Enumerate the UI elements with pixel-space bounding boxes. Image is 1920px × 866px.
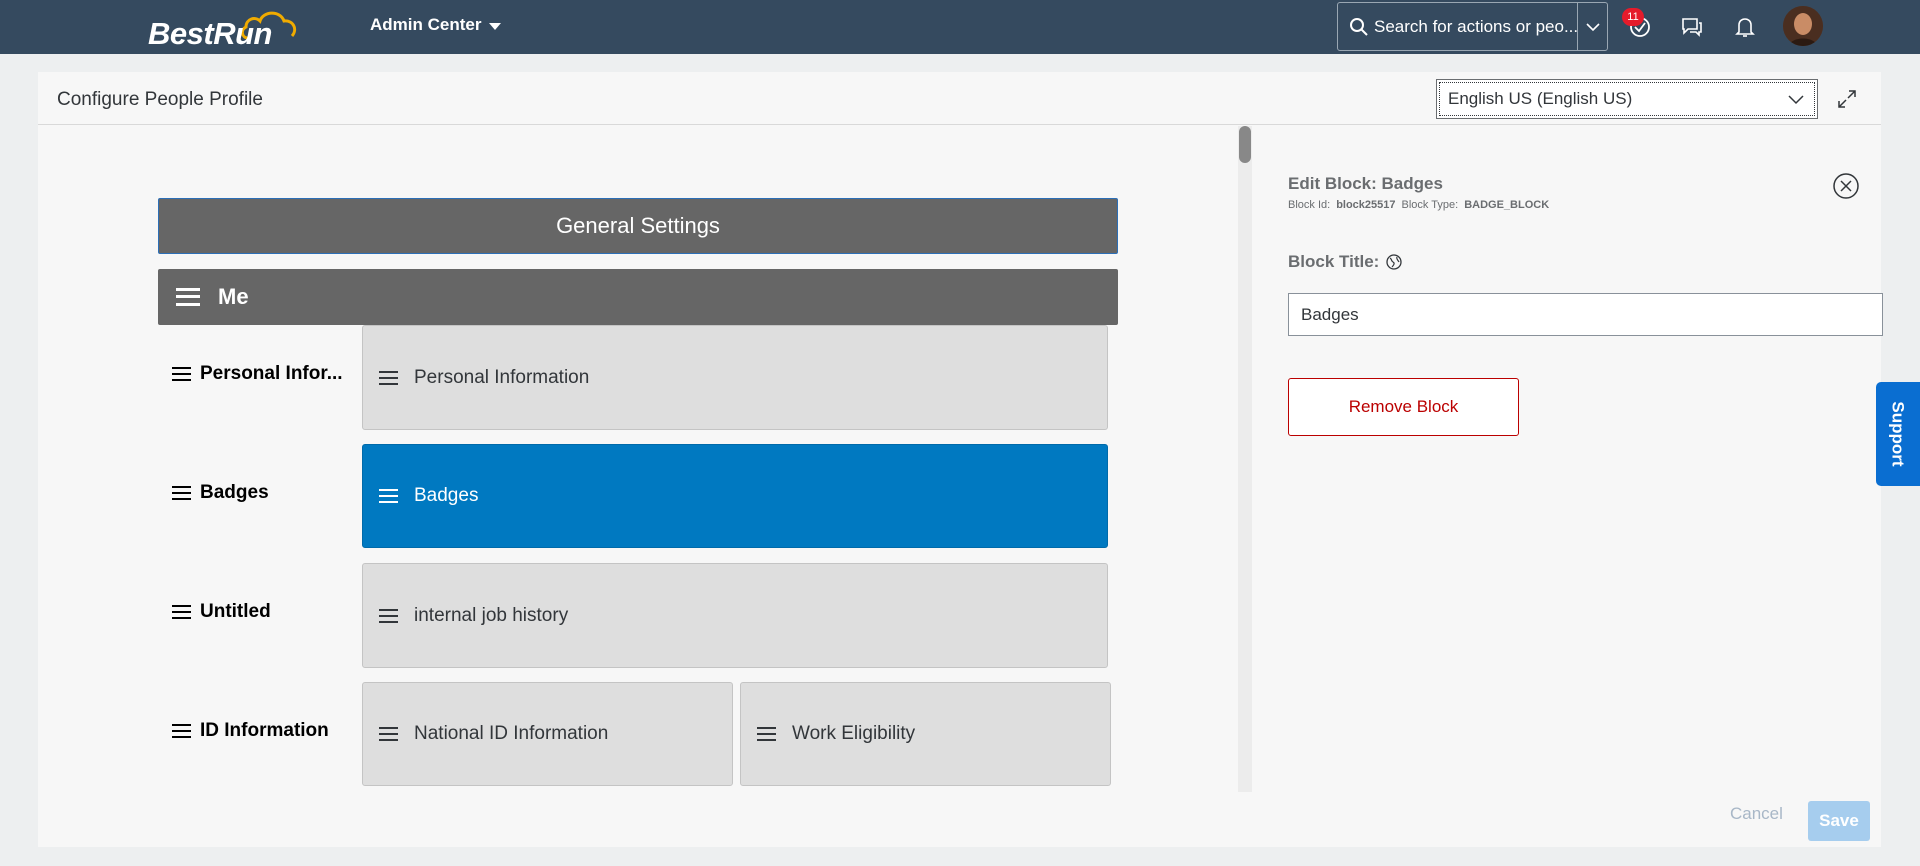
remove-block-label: Remove Block bbox=[1348, 397, 1459, 416]
row-label-id-information[interactable]: ID Information bbox=[172, 720, 329, 742]
row-label-personal-information[interactable]: Personal Infor... bbox=[172, 363, 343, 385]
drag-handle-icon[interactable] bbox=[172, 724, 191, 738]
support-label: Support bbox=[1889, 401, 1908, 467]
language-selected-value: English US (English US) bbox=[1448, 89, 1633, 108]
company-logo[interactable]: BestRun bbox=[148, 8, 298, 51]
row-label-text: Personal Infor... bbox=[200, 363, 343, 384]
caret-down-icon bbox=[489, 22, 502, 30]
shell-bar: BestRun Admin Center Search for actions … bbox=[0, 0, 1920, 54]
expand-icon[interactable] bbox=[1834, 86, 1860, 112]
block-label: Personal Information bbox=[414, 366, 590, 388]
block-title-label-text: Block Title: bbox=[1288, 252, 1380, 271]
canvas-scrollbar-thumb[interactable] bbox=[1239, 126, 1251, 163]
block-meta: Block Id: block25517 Block Type: BADGE_B… bbox=[1288, 199, 1549, 211]
search-icon bbox=[1344, 12, 1374, 42]
section-label: Me bbox=[218, 284, 249, 309]
drag-handle-icon[interactable] bbox=[172, 486, 191, 500]
page-title: Configure People Profile bbox=[57, 89, 263, 110]
drag-handle-icon[interactable] bbox=[172, 367, 191, 381]
drag-handle-icon[interactable] bbox=[379, 370, 398, 385]
cancel-button[interactable]: Cancel bbox=[1730, 804, 1783, 824]
block-title-input[interactable] bbox=[1288, 293, 1883, 336]
configure-page: Configure People Profile English US (Eng… bbox=[38, 72, 1883, 847]
row-label-untitled[interactable]: Untitled bbox=[172, 601, 271, 623]
block-id-value: block25517 bbox=[1336, 199, 1396, 211]
edit-block-heading-prefix: Edit Block: bbox=[1288, 174, 1377, 193]
block-work-eligibility[interactable]: Work Eligibility bbox=[740, 682, 1111, 786]
block-badges[interactable]: Badges bbox=[362, 444, 1108, 548]
module-label: Admin Center bbox=[370, 15, 482, 34]
search-scope-dropdown[interactable] bbox=[1577, 3, 1607, 50]
notification-count-badge: 11 bbox=[1622, 8, 1644, 26]
block-national-id-information[interactable]: National ID Information bbox=[362, 682, 733, 786]
bell-icon[interactable] bbox=[1730, 12, 1760, 42]
chevron-down-icon bbox=[1585, 22, 1600, 31]
drag-handle-icon[interactable] bbox=[379, 608, 398, 623]
drag-handle-icon[interactable] bbox=[176, 288, 200, 306]
feedback-icon[interactable] bbox=[1677, 12, 1707, 42]
row-label-badges[interactable]: Badges bbox=[172, 482, 269, 504]
block-title-label: Block Title: bbox=[1288, 252, 1403, 272]
block-type-value: BADGE_BLOCK bbox=[1464, 199, 1550, 211]
row-label-text: ID Information bbox=[200, 720, 329, 741]
block-label: Work Eligibility bbox=[792, 723, 916, 744]
edit-block-heading: Edit Block: Badges bbox=[1288, 174, 1443, 194]
edit-block-panel: Edit Block: Badges Block Id: block25517 … bbox=[1252, 126, 1883, 792]
drag-handle-icon[interactable] bbox=[757, 727, 776, 741]
section-me-bar[interactable]: Me bbox=[158, 269, 1118, 325]
drag-handle-icon[interactable] bbox=[379, 727, 398, 741]
logo-text: BestRun bbox=[148, 16, 272, 51]
row-label-text: Untitled bbox=[200, 601, 271, 622]
language-select[interactable]: English US (English US) bbox=[1436, 79, 1818, 119]
row-label-text: Badges bbox=[200, 482, 269, 503]
block-label: Badges bbox=[414, 485, 479, 506]
save-button[interactable]: Save bbox=[1808, 801, 1870, 841]
close-icon[interactable] bbox=[1832, 172, 1860, 200]
canvas-scrollbar[interactable] bbox=[1238, 126, 1252, 792]
block-id-label: Block Id: bbox=[1288, 199, 1331, 211]
search-input[interactable]: Search for actions or peo... bbox=[1374, 17, 1579, 37]
drag-handle-icon[interactable] bbox=[172, 605, 191, 619]
block-label: internal job history bbox=[414, 604, 569, 626]
block-type-label: Block Type: bbox=[1401, 199, 1459, 211]
block-internal-job-history[interactable]: internal job history bbox=[362, 563, 1108, 668]
globe-icon[interactable] bbox=[1385, 253, 1403, 271]
drag-handle-icon[interactable] bbox=[379, 489, 398, 503]
global-search[interactable]: Search for actions or peo... bbox=[1337, 2, 1608, 51]
chevron-down-icon bbox=[1788, 95, 1804, 105]
support-tab[interactable]: Support bbox=[1876, 382, 1920, 486]
general-settings-label: General Settings bbox=[556, 213, 720, 238]
save-label: Save bbox=[1819, 811, 1859, 830]
module-menu-button[interactable]: Admin Center bbox=[370, 15, 502, 35]
remove-block-button[interactable]: Remove Block bbox=[1288, 378, 1519, 436]
edit-block-name: Badges bbox=[1381, 174, 1443, 193]
page-header: Configure People Profile English US (Eng… bbox=[38, 72, 1881, 125]
block-personal-information[interactable]: Personal Information bbox=[362, 325, 1108, 430]
general-settings-bar[interactable]: General Settings bbox=[158, 198, 1118, 254]
block-label: National ID Information bbox=[414, 723, 609, 744]
user-avatar[interactable] bbox=[1783, 6, 1823, 46]
